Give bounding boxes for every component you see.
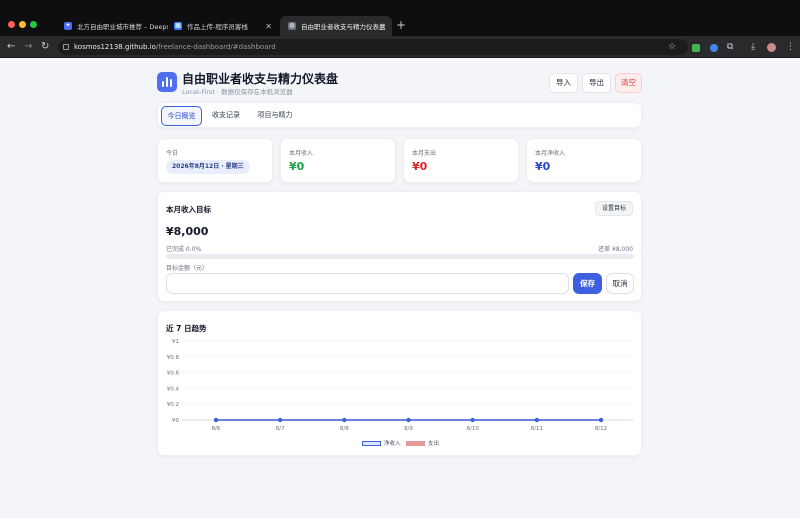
globe-favicon-icon: ◍ — [288, 22, 296, 30]
extension-green-icon[interactable] — [692, 44, 700, 52]
browser-tab-bar: ✦ 北方自由职业城市推荐 – Deepse ▦ 作品上传-程序员客栈 ✕ ◍ 自… — [0, 0, 800, 36]
close-tab-icon[interactable]: ✕ — [379, 22, 386, 31]
address-bar[interactable]: kosmos12138.github.io/freelance-dashboar… — [58, 39, 688, 55]
page-title: 自由职业者收支与精力仪表盘 — [182, 72, 339, 86]
x-tick-label: 8/8 — [340, 426, 349, 432]
goal-progress-text: 已完成 0.0% — [166, 246, 202, 253]
cancel-button[interactable]: 取消 — [606, 273, 634, 294]
x-tick-label: 8/11 — [531, 426, 543, 432]
import-button[interactable]: 导入 — [549, 73, 578, 93]
page-subtitle: Local-First · 数据仅保存在本机浏览器 — [182, 88, 293, 96]
goal-title: 本月收入目标 — [166, 205, 211, 214]
legend-expense-swatch — [406, 440, 425, 446]
legend-net-label: 净收入 — [384, 441, 401, 447]
browser-tab-title: 作品上传-程序员客栈 — [187, 23, 248, 31]
goal-progress-bar — [166, 254, 634, 259]
today-label: 今日 — [166, 150, 179, 157]
y-tick-label: ¥0.6 — [167, 371, 180, 377]
trend-chart: ¥0 ¥0.2 ¥0.4 ¥0.6 ¥0.8 ¥1 8/6 8/7 8/8 8/9 8/10 8/11… — [167, 339, 633, 432]
chart-logo-icon — [157, 72, 177, 92]
forward-arrow-icon[interactable]: → — [24, 40, 32, 54]
url-path: /freelance-dashboard/#dashboard — [155, 43, 276, 51]
legend-net-income: 净收入 — [362, 439, 401, 447]
net-income-point — [406, 417, 411, 423]
extension-blue-icon[interactable] — [710, 44, 718, 52]
today-card: 今日 2026年8月12日 · 星期三 — [157, 138, 273, 183]
back-arrow-icon[interactable]: ← — [7, 40, 15, 54]
net-income-point — [598, 417, 604, 423]
y-tick-label: ¥0.4 — [167, 386, 180, 392]
star-icon[interactable]: ☆ — [668, 40, 676, 54]
x-tick-label: 8/12 — [595, 426, 607, 432]
monthly-net-value: ¥0 — [535, 160, 551, 173]
save-button[interactable]: 保存 — [573, 273, 602, 294]
url-host: kosmos12138.github.io — [74, 43, 156, 51]
browser-tab-dashboard[interactable]: ◍ 自由职业者收支与精力仪表盘 ✕ — [280, 16, 392, 36]
browser-tab-proginn[interactable]: ▦ 作品上传-程序员客栈 ✕ — [166, 16, 278, 36]
download-icon[interactable]: ⤓ — [751, 40, 755, 54]
section-tabs: 今日概览 收支记录 项目与精力 — [157, 102, 642, 128]
monthly-income-label: 本月收入 — [289, 150, 314, 157]
profile-avatar-icon[interactable] — [767, 43, 776, 52]
legend-expense: 支出 — [406, 439, 439, 447]
site-info-icon[interactable] — [63, 44, 69, 50]
x-tick-label: 8/6 — [212, 426, 221, 432]
set-goal-button[interactable]: 设置目标 — [594, 201, 633, 216]
export-button[interactable]: 导出 — [582, 73, 611, 93]
y-tick-label: ¥0.8 — [167, 355, 180, 361]
minimize-window-icon[interactable] — [19, 21, 26, 28]
goal-remaining-text: 还差 ¥8,000 — [598, 246, 633, 253]
today-date-badge: 2026年8月12日 · 星期三 — [166, 160, 250, 174]
tab-projects[interactable]: 项目与精力 — [250, 106, 300, 126]
browser-tab-deepseek[interactable]: ✦ 北方自由职业城市推荐 – Deepse — [56, 16, 168, 36]
legend-net-swatch — [362, 440, 381, 446]
monthly-income-card: 本月收入 ¥0 — [280, 138, 396, 183]
x-tick-label: 8/7 — [276, 426, 285, 432]
legend-expense-label: 支出 — [428, 441, 440, 447]
browser-tab-title: 北方自由职业城市推荐 – Deepse — [77, 23, 168, 31]
close-window-icon[interactable] — [8, 21, 15, 28]
y-tick-label: ¥0 — [172, 418, 179, 424]
net-income-point — [277, 417, 283, 423]
income-goal-card: 本月收入目标 设置目标 ¥8,000 已完成 0.0% 还差 ¥8,000 目标… — [157, 191, 642, 302]
x-tick-label: 8/9 — [404, 426, 413, 432]
tab-records[interactable]: 收支记录 — [206, 106, 246, 126]
monthly-net-card: 本月净收入 ¥0 — [526, 138, 642, 183]
new-tab-icon[interactable]: + — [396, 18, 406, 32]
goal-amount: ¥8,000 — [166, 225, 209, 238]
net-income-point — [213, 417, 219, 423]
clear-button[interactable]: 清空 — [615, 73, 642, 93]
tab-overview[interactable]: 今日概览 — [161, 106, 202, 126]
browser-toolbar: ← → ↻ kosmos12138.github.io/freelance-da… — [0, 36, 800, 58]
close-tab-icon[interactable]: ✕ — [265, 22, 272, 31]
monthly-net-label: 本月净收入 — [535, 150, 566, 157]
proginn-favicon-icon: ▦ — [174, 22, 182, 30]
browser-tab-title: 自由职业者收支与精力仪表盘 — [301, 23, 386, 31]
menu-icon[interactable]: ⋮ — [786, 40, 795, 54]
trend-card: 近 7 日趋势 ¥0 ¥0.2 ¥0.4 ¥0.6 ¥0.8 ¥1 8/6 8/7 8/8 8/9… — [157, 310, 642, 456]
y-tick-label: ¥0.2 — [167, 402, 179, 408]
net-income-point — [470, 417, 475, 423]
monthly-expense-label: 本月支出 — [412, 150, 437, 157]
maximize-window-icon[interactable] — [30, 21, 37, 28]
net-income-point — [534, 417, 540, 423]
monthly-income-value: ¥0 — [289, 160, 305, 173]
x-tick-label: 8/10 — [466, 426, 479, 432]
monthly-expense-card: 本月支出 ¥0 — [403, 138, 519, 183]
deepseek-favicon-icon: ✦ — [64, 22, 72, 30]
y-tick-label: ¥1 — [172, 339, 179, 345]
reload-icon[interactable]: ↻ — [41, 40, 49, 54]
net-income-point — [342, 417, 347, 423]
goal-amount-field-label: 目标金额（元） — [166, 265, 209, 272]
extensions-icon[interactable]: ⧉ — [727, 40, 733, 54]
monthly-expense-value: ¥0 — [412, 160, 428, 173]
goal-amount-input[interactable] — [166, 273, 569, 294]
